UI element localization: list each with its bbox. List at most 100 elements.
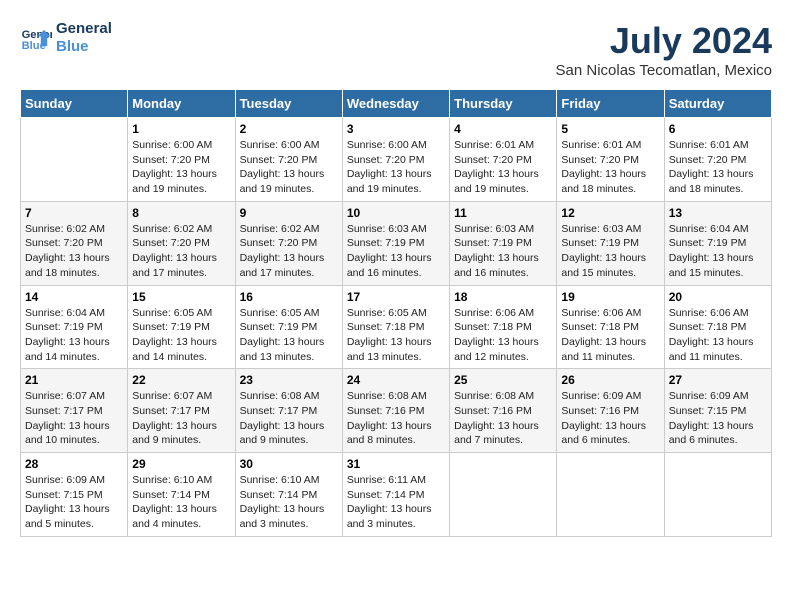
day-number: 30 xyxy=(240,457,338,471)
calendar-cell: 22 Sunrise: 6:07 AM Sunset: 7:17 PM Dayli… xyxy=(128,369,235,453)
calendar-week-1: 1 Sunrise: 6:00 AM Sunset: 7:20 PM Daylig… xyxy=(21,118,772,202)
day-number: 1 xyxy=(132,122,230,136)
calendar-table: SundayMondayTuesdayWednesdayThursdayFrid… xyxy=(20,89,772,537)
day-number: 16 xyxy=(240,290,338,304)
day-number: 24 xyxy=(347,373,445,387)
day-number: 9 xyxy=(240,206,338,220)
calendar-cell xyxy=(664,453,771,537)
day-number: 18 xyxy=(454,290,552,304)
calendar-cell: 14 Sunrise: 6:04 AM Sunset: 7:19 PM Dayli… xyxy=(21,285,128,369)
logo: General Blue General Blue xyxy=(20,20,112,56)
calendar-cell: 12 Sunrise: 6:03 AM Sunset: 7:19 PM Dayli… xyxy=(557,201,664,285)
day-number: 3 xyxy=(347,122,445,136)
calendar-cell: 3 Sunrise: 6:00 AM Sunset: 7:20 PM Daylig… xyxy=(342,118,449,202)
calendar-cell: 27Sunrise: 6:09 AM Sunset: 7:15 PM Dayli… xyxy=(664,369,771,453)
calendar-cell: 13 Sunrise: 6:04 AM Sunset: 7:19 PM Dayli… xyxy=(664,201,771,285)
page-header: General Blue General Blue July 2024 San … xyxy=(20,20,772,79)
day-number: 10 xyxy=(347,206,445,220)
day-number: 13 xyxy=(669,206,767,220)
calendar-cell xyxy=(21,118,128,202)
calendar-cell xyxy=(450,453,557,537)
logo-blue: Blue xyxy=(56,38,112,56)
day-info: Sunrise: 6:01 AM Sunset: 7:20 PM Dayligh… xyxy=(561,138,659,197)
calendar-cell: 31Sunrise: 6:11 AM Sunset: 7:14 PM Dayli… xyxy=(342,453,449,537)
logo-icon: General Blue xyxy=(20,22,52,54)
day-info: Sunrise: 6:03 AM Sunset: 7:19 PM Dayligh… xyxy=(561,222,659,281)
day-info: Sunrise: 6:01 AM Sunset: 7:20 PM Dayligh… xyxy=(454,138,552,197)
day-info: Sunrise: 6:09 AM Sunset: 7:15 PM Dayligh… xyxy=(25,473,123,532)
calendar-cell: 29Sunrise: 6:10 AM Sunset: 7:14 PM Dayli… xyxy=(128,453,235,537)
calendar-week-4: 21 Sunrise: 6:07 AM Sunset: 7:17 PM Dayli… xyxy=(21,369,772,453)
day-number: 27 xyxy=(669,373,767,387)
day-info: Sunrise: 6:08 AM Sunset: 7:16 PM Dayligh… xyxy=(454,389,552,448)
calendar-week-5: 28Sunrise: 6:09 AM Sunset: 7:15 PM Dayli… xyxy=(21,453,772,537)
day-number: 14 xyxy=(25,290,123,304)
weekday-header-tuesday: Tuesday xyxy=(235,90,342,118)
day-info: Sunrise: 6:00 AM Sunset: 7:20 PM Dayligh… xyxy=(132,138,230,197)
title-block: July 2024 San Nicolas Tecomatlan, Mexico xyxy=(556,20,773,79)
day-number: 20 xyxy=(669,290,767,304)
calendar-cell: 8Sunrise: 6:02 AM Sunset: 7:20 PM Daylig… xyxy=(128,201,235,285)
logo-general: General xyxy=(56,20,112,38)
month-title: July 2024 xyxy=(556,20,773,62)
weekday-header-sunday: Sunday xyxy=(21,90,128,118)
calendar-cell: 5 Sunrise: 6:01 AM Sunset: 7:20 PM Daylig… xyxy=(557,118,664,202)
calendar-cell: 28Sunrise: 6:09 AM Sunset: 7:15 PM Dayli… xyxy=(21,453,128,537)
calendar-cell: 6 Sunrise: 6:01 AM Sunset: 7:20 PM Daylig… xyxy=(664,118,771,202)
day-info: Sunrise: 6:01 AM Sunset: 7:20 PM Dayligh… xyxy=(669,138,767,197)
day-info: Sunrise: 6:02 AM Sunset: 7:20 PM Dayligh… xyxy=(25,222,123,281)
calendar-cell: 17Sunrise: 6:05 AM Sunset: 7:18 PM Dayli… xyxy=(342,285,449,369)
calendar-cell: 1 Sunrise: 6:00 AM Sunset: 7:20 PM Daylig… xyxy=(128,118,235,202)
weekday-header-monday: Monday xyxy=(128,90,235,118)
day-info: Sunrise: 6:03 AM Sunset: 7:19 PM Dayligh… xyxy=(347,222,445,281)
calendar-cell: 16Sunrise: 6:05 AM Sunset: 7:19 PM Dayli… xyxy=(235,285,342,369)
calendar-week-3: 14 Sunrise: 6:04 AM Sunset: 7:19 PM Dayli… xyxy=(21,285,772,369)
day-info: Sunrise: 6:06 AM Sunset: 7:18 PM Dayligh… xyxy=(561,306,659,365)
location-subtitle: San Nicolas Tecomatlan, Mexico xyxy=(556,62,773,79)
day-number: 11 xyxy=(454,206,552,220)
weekday-header-row: SundayMondayTuesdayWednesdayThursdayFrid… xyxy=(21,90,772,118)
weekday-header-saturday: Saturday xyxy=(664,90,771,118)
calendar-cell: 18Sunrise: 6:06 AM Sunset: 7:18 PM Dayli… xyxy=(450,285,557,369)
day-info: Sunrise: 6:07 AM Sunset: 7:17 PM Dayligh… xyxy=(25,389,123,448)
calendar-cell: 11Sunrise: 6:03 AM Sunset: 7:19 PM Dayli… xyxy=(450,201,557,285)
calendar-cell: 25 Sunrise: 6:08 AM Sunset: 7:16 PM Dayli… xyxy=(450,369,557,453)
calendar-week-2: 7 Sunrise: 6:02 AM Sunset: 7:20 PM Daylig… xyxy=(21,201,772,285)
weekday-header-thursday: Thursday xyxy=(450,90,557,118)
day-info: Sunrise: 6:04 AM Sunset: 7:19 PM Dayligh… xyxy=(669,222,767,281)
calendar-cell xyxy=(557,453,664,537)
weekday-header-friday: Friday xyxy=(557,90,664,118)
day-info: Sunrise: 6:07 AM Sunset: 7:17 PM Dayligh… xyxy=(132,389,230,448)
calendar-cell: 26 Sunrise: 6:09 AM Sunset: 7:16 PM Dayli… xyxy=(557,369,664,453)
day-number: 21 xyxy=(25,373,123,387)
day-number: 26 xyxy=(561,373,659,387)
day-number: 8 xyxy=(132,206,230,220)
day-number: 25 xyxy=(454,373,552,387)
day-info: Sunrise: 6:02 AM Sunset: 7:20 PM Dayligh… xyxy=(240,222,338,281)
day-info: Sunrise: 6:10 AM Sunset: 7:14 PM Dayligh… xyxy=(240,473,338,532)
day-number: 22 xyxy=(132,373,230,387)
day-number: 23 xyxy=(240,373,338,387)
day-info: Sunrise: 6:08 AM Sunset: 7:17 PM Dayligh… xyxy=(240,389,338,448)
calendar-cell: 30 Sunrise: 6:10 AM Sunset: 7:14 PM Dayli… xyxy=(235,453,342,537)
day-number: 6 xyxy=(669,122,767,136)
day-info: Sunrise: 6:09 AM Sunset: 7:16 PM Dayligh… xyxy=(561,389,659,448)
calendar-cell: 21 Sunrise: 6:07 AM Sunset: 7:17 PM Dayli… xyxy=(21,369,128,453)
day-info: Sunrise: 6:06 AM Sunset: 7:18 PM Dayligh… xyxy=(669,306,767,365)
day-info: Sunrise: 6:05 AM Sunset: 7:19 PM Dayligh… xyxy=(132,306,230,365)
day-number: 7 xyxy=(25,206,123,220)
calendar-cell: 24 Sunrise: 6:08 AM Sunset: 7:16 PM Dayli… xyxy=(342,369,449,453)
day-number: 12 xyxy=(561,206,659,220)
calendar-cell: 4Sunrise: 6:01 AM Sunset: 7:20 PM Daylig… xyxy=(450,118,557,202)
day-info: Sunrise: 6:04 AM Sunset: 7:19 PM Dayligh… xyxy=(25,306,123,365)
day-number: 2 xyxy=(240,122,338,136)
day-info: Sunrise: 6:08 AM Sunset: 7:16 PM Dayligh… xyxy=(347,389,445,448)
calendar-cell: 9 Sunrise: 6:02 AM Sunset: 7:20 PM Daylig… xyxy=(235,201,342,285)
calendar-cell: 20 Sunrise: 6:06 AM Sunset: 7:18 PM Dayli… xyxy=(664,285,771,369)
day-number: 15 xyxy=(132,290,230,304)
calendar-cell: 23 Sunrise: 6:08 AM Sunset: 7:17 PM Dayli… xyxy=(235,369,342,453)
calendar-cell: 7 Sunrise: 6:02 AM Sunset: 7:20 PM Daylig… xyxy=(21,201,128,285)
day-info: Sunrise: 6:00 AM Sunset: 7:20 PM Dayligh… xyxy=(347,138,445,197)
day-info: Sunrise: 6:11 AM Sunset: 7:14 PM Dayligh… xyxy=(347,473,445,532)
day-number: 5 xyxy=(561,122,659,136)
